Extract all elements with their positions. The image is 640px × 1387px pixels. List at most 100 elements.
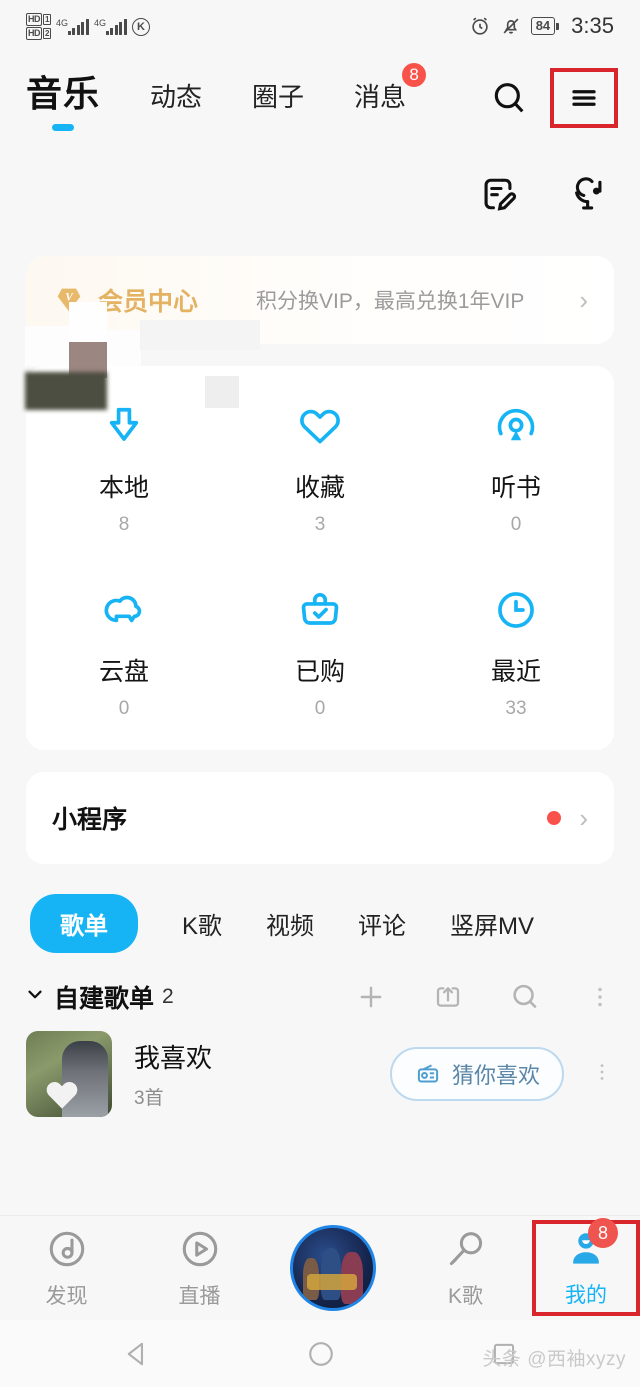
quick-item-purchased-label: 已购 — [294, 658, 345, 686]
avatar-mosaic-block — [69, 302, 107, 342]
quick-item-local[interactable]: 本地 8 — [26, 400, 222, 536]
quick-item-purchased[interactable]: 已购 0 — [222, 584, 418, 720]
avatar-mosaic-block — [25, 372, 107, 410]
messages-badge: 8 — [400, 60, 429, 89]
guess-you-like-button[interactable]: 猜你喜欢 — [389, 1047, 564, 1101]
radio-icon — [417, 1064, 439, 1083]
playlist-row-more-button[interactable] — [590, 1055, 614, 1094]
bottom-nav-ksong[interactable]: K歌 — [399, 1226, 532, 1310]
bell-muted-icon — [503, 18, 519, 34]
tab-circle[interactable]: 圈子 — [252, 77, 304, 120]
playlist-song-count: 3首 — [134, 1088, 164, 1109]
playlist-section-actions — [354, 980, 614, 1014]
mini-program-title: 小程序 — [52, 806, 128, 834]
tab-playlists[interactable]: 歌单 — [30, 894, 138, 953]
home-circle-icon[interactable] — [304, 1337, 338, 1371]
profile-actions — [476, 172, 610, 216]
edit-note-icon[interactable] — [476, 172, 520, 216]
import-icon[interactable] — [432, 981, 464, 1013]
tab-ksong[interactable]: K歌 — [182, 894, 222, 953]
menu-button[interactable] — [550, 68, 618, 128]
k-circle-icon: K — [131, 17, 150, 36]
network-type-1: 4G — [55, 17, 68, 28]
tab-music[interactable]: 音乐 — [26, 65, 100, 131]
bottom-nav-live[interactable]: 直播 — [133, 1226, 266, 1310]
chevron-down-icon[interactable] — [24, 983, 46, 1011]
quick-item-audiobook-count: 0 — [510, 514, 522, 535]
quick-item-favorites[interactable]: 收藏 3 — [222, 400, 418, 536]
album-art-icon — [289, 1225, 376, 1311]
bottom-nav-discover-label: 发现 — [45, 1285, 88, 1308]
chevron-right-icon: › — [579, 802, 588, 833]
guess-you-like-label: 猜你喜欢 — [451, 1063, 540, 1088]
quick-grid-row-2: 云盘 0 已购 0 最近 33 — [26, 584, 614, 720]
username-mosaic-block — [140, 320, 260, 350]
notification-dot-icon — [547, 811, 562, 825]
quick-item-cloud[interactable]: 云盘 0 — [26, 584, 222, 720]
quick-item-favorites-count: 3 — [314, 514, 326, 535]
cloud-icon — [98, 584, 150, 636]
clock-icon — [490, 584, 542, 636]
quick-item-local-label: 本地 — [98, 474, 149, 502]
tab-comments-label: 评论 — [358, 913, 407, 940]
more-vertical-icon[interactable] — [586, 980, 614, 1014]
more-vertical-icon — [600, 1063, 604, 1080]
signal-2-icon: 4G — [93, 17, 127, 35]
phone-screen: HD 1 HD 2 4G 4G K 84 3:35 音乐 动态 圈子 消息 8 … — [0, 0, 640, 1387]
quick-item-recent[interactable]: 最近 33 — [418, 584, 614, 720]
live-play-icon — [182, 1231, 217, 1267]
quick-item-cloud-count: 0 — [118, 698, 130, 719]
search-button[interactable] — [482, 71, 536, 125]
avatar — [25, 326, 69, 366]
top-navigation-bar: 音乐 动态 圈子 消息 8 — [0, 52, 640, 144]
playlist-thumbnail — [26, 1031, 112, 1117]
content-tabs: 歌单 K歌 视频 评论 竖屏MV — [0, 864, 640, 953]
chevron-right-icon: › — [579, 284, 588, 315]
playlist-meta: 我喜欢 3首 — [134, 1038, 212, 1110]
tab-messages[interactable]: 消息 8 — [354, 60, 429, 120]
heart-filled-icon — [46, 1082, 78, 1109]
hd-label-2: HD — [26, 26, 42, 40]
discover-note-icon — [49, 1231, 84, 1267]
network-type-2: 4G — [93, 17, 106, 28]
tab-video[interactable]: 视频 — [266, 894, 314, 953]
quick-item-purchased-count: 0 — [314, 698, 326, 719]
tab-vertical-mv[interactable]: 竖屏MV — [450, 894, 534, 953]
mini-program-card[interactable]: 小程序 › — [26, 772, 614, 864]
microphone-music-icon[interactable] — [566, 172, 610, 216]
bottom-nav-mine-badge: 8 — [588, 1218, 618, 1248]
search-icon — [494, 83, 524, 113]
bottom-nav-ksong-label: K歌 — [447, 1285, 483, 1308]
tab-vertical-mv-label: 竖屏MV — [450, 913, 535, 940]
quick-item-local-count: 8 — [118, 514, 130, 535]
bottom-nav-live-label: 直播 — [178, 1285, 221, 1308]
quick-item-cloud-label: 云盘 — [98, 658, 149, 686]
bottom-nav-mine[interactable]: 8 我的 — [532, 1218, 640, 1316]
battery-level: 84 — [530, 17, 556, 35]
bottom-nav-player[interactable] — [266, 1225, 399, 1311]
status-bar-clock: 3:35 — [571, 13, 614, 38]
search-icon[interactable] — [508, 980, 542, 1014]
playlist-row[interactable]: 我喜欢 3首 猜你喜欢 — [0, 1015, 640, 1117]
tab-circle-label: 圈子 — [252, 81, 305, 112]
hd-indicators: HD 1 HD 2 — [26, 12, 51, 40]
quick-grid-row-1: 本地 8 收藏 3 听书 0 — [26, 400, 614, 536]
quick-item-audiobook[interactable]: 听书 0 — [418, 400, 614, 536]
audiobook-icon — [490, 400, 542, 452]
bottom-navigation-bar: 发现 直播 K歌 8 我的 — [0, 1215, 640, 1320]
bottom-nav-discover[interactable]: 发现 — [0, 1226, 133, 1310]
brand-title: 音乐 — [26, 73, 101, 114]
status-bar-left: HD 1 HD 2 4G 4G K — [26, 12, 150, 40]
playlist-section-title: 自建歌单 — [54, 985, 155, 1013]
profile-header[interactable] — [0, 144, 640, 410]
tab-video-label: 视频 — [266, 913, 315, 940]
plus-icon[interactable] — [354, 980, 388, 1014]
back-triangle-icon[interactable] — [120, 1337, 154, 1371]
playlist-section-count: 2 — [162, 985, 174, 1008]
signal-1-icon: 4G — [55, 17, 89, 35]
tab-comments[interactable]: 评论 — [358, 894, 406, 953]
tab-dynamic[interactable]: 动态 — [150, 77, 202, 120]
status-bar: HD 1 HD 2 4G 4G K 84 3:35 — [0, 0, 640, 52]
hd-label-1: HD — [26, 12, 42, 26]
mini-program-right: › — [547, 803, 588, 834]
